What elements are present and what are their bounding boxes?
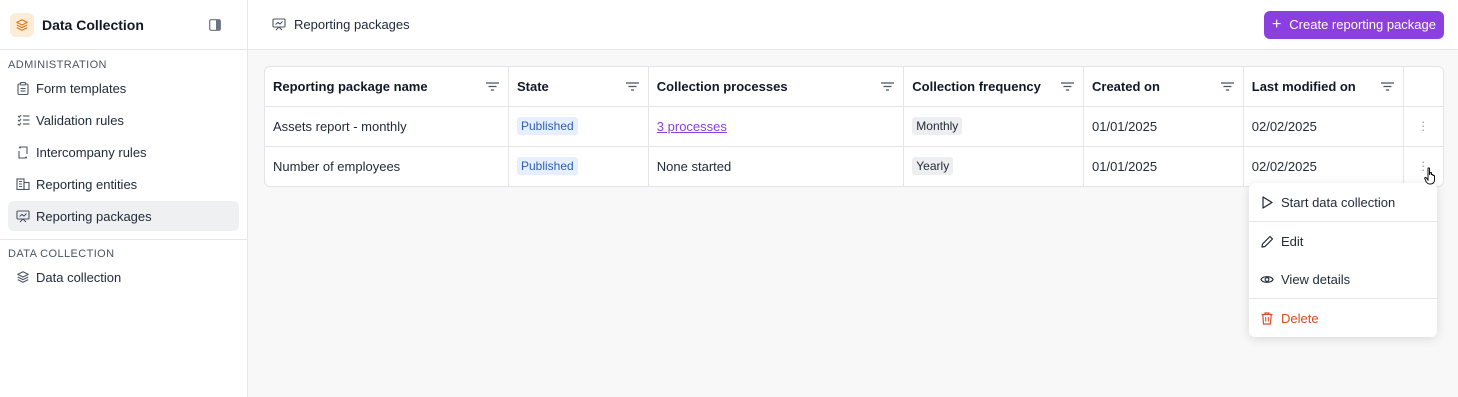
- section-label-data-collection: DATA COLLECTION: [8, 248, 115, 260]
- cell-frequency: Monthly: [903, 106, 1084, 147]
- reporting-packages-table: Reporting package name State Collection …: [264, 66, 1444, 187]
- sidebar-toggle-icon[interactable]: [207, 17, 223, 33]
- column-header-created-on: Created on: [1083, 67, 1244, 107]
- status-badge: Published: [517, 117, 578, 135]
- row-actions-menu: Start data collection Edit View details …: [1249, 183, 1437, 337]
- sidebar: Data Collection ADMINISTRATION Form temp…: [0, 0, 248, 397]
- cell-state: Published: [508, 106, 649, 147]
- column-header-state: State: [508, 67, 649, 107]
- menu-item-delete[interactable]: Delete: [1249, 299, 1437, 337]
- cell-processes: None started: [648, 146, 905, 186]
- clipboard-icon: [16, 81, 30, 95]
- cell-processes: 3 processes: [648, 106, 905, 147]
- plus-icon: +: [1271, 15, 1282, 33]
- column-header-collection-frequency: Collection frequency: [903, 67, 1084, 107]
- table-header-row: Reporting package name State Collection …: [265, 67, 1443, 107]
- menu-item-label: Delete: [1281, 310, 1319, 326]
- trash-icon: [1260, 311, 1274, 325]
- cell-last-modified-on: 02/02/2025: [1243, 106, 1404, 147]
- filter-icon[interactable]: [1380, 81, 1395, 91]
- cell-name: Assets report - monthly: [265, 106, 509, 147]
- column-header-name: Reporting package name: [265, 67, 509, 107]
- menu-item-start-data-collection[interactable]: Start data collection: [1249, 183, 1437, 221]
- topbar: Reporting packages + Create reporting pa…: [248, 0, 1458, 50]
- sidebar-item-data-collection[interactable]: Data collection: [8, 262, 239, 292]
- filter-icon[interactable]: [625, 81, 640, 91]
- menu-item-edit[interactable]: Edit: [1249, 222, 1437, 260]
- menu-item-label: Edit: [1281, 233, 1304, 249]
- create-reporting-package-button[interactable]: + Create reporting package: [1263, 10, 1444, 39]
- sidebar-item-label: Data collection: [36, 269, 122, 285]
- filter-icon[interactable]: [1220, 81, 1235, 91]
- cell-name: Number of employees: [265, 146, 509, 186]
- create-button-label: Create reporting package: [1289, 17, 1436, 32]
- intercompany-icon: [16, 145, 30, 159]
- sidebar-item-label: Reporting packages: [36, 208, 152, 224]
- cell-created-on: 01/01/2025: [1083, 106, 1244, 147]
- cell-created-on: 01/01/2025: [1083, 146, 1244, 186]
- play-icon: [1260, 195, 1274, 209]
- sidebar-item-reporting-entities[interactable]: Reporting entities: [8, 169, 239, 199]
- breadcrumb-label: Reporting packages: [294, 17, 410, 32]
- sidebar-item-label: Validation rules: [36, 112, 124, 128]
- sidebar-item-label: Form templates: [36, 80, 127, 96]
- menu-item-label: View details: [1281, 271, 1351, 287]
- breadcrumb: Reporting packages: [272, 17, 410, 32]
- frequency-badge: Monthly: [912, 117, 963, 135]
- layers-icon: [16, 270, 30, 284]
- frequency-badge: Yearly: [912, 157, 954, 176]
- sidebar-item-form-templates[interactable]: Form templates: [8, 73, 239, 103]
- filter-icon[interactable]: [881, 81, 895, 91]
- sidebar-divider: [0, 239, 247, 240]
- column-header-last-modified-on: Last modified on: [1243, 67, 1404, 107]
- filter-icon[interactable]: [486, 81, 500, 91]
- column-header-actions: [1403, 67, 1443, 107]
- cell-frequency: Yearly: [903, 146, 1084, 186]
- cell-last-modified-on: 02/02/2025: [1243, 146, 1404, 186]
- sidebar-item-label: Intercompany rules: [36, 144, 147, 160]
- filter-icon[interactable]: [1061, 81, 1075, 91]
- sidebar-item-validation-rules[interactable]: Validation rules: [8, 105, 239, 135]
- row-actions-more-icon[interactable]: ⋮: [1403, 106, 1443, 147]
- processes-link[interactable]: 3 processes: [657, 119, 727, 134]
- menu-item-label: Start data collection: [1281, 194, 1396, 210]
- app-title: Data Collection: [42, 16, 144, 33]
- hand-cursor-icon: [1424, 167, 1435, 185]
- building-icon: [16, 177, 30, 191]
- sidebar-header: Data Collection: [0, 0, 247, 50]
- sidebar-item-label: Reporting entities: [36, 176, 138, 192]
- pencil-icon: [1260, 234, 1274, 248]
- cell-state: Published: [508, 146, 649, 186]
- sidebar-item-reporting-packages[interactable]: Reporting packages: [8, 201, 239, 231]
- table-row[interactable]: Number of employees Published None start…: [265, 146, 1443, 186]
- column-header-collection-processes: Collection processes: [648, 67, 905, 107]
- app-logo-icon: [10, 12, 34, 37]
- table-row[interactable]: Assets report - monthly Published 3 proc…: [265, 106, 1443, 147]
- menu-item-view-details[interactable]: View details: [1249, 260, 1437, 298]
- checklist-icon: [16, 113, 30, 127]
- presentation-icon: [16, 209, 30, 223]
- status-badge: Published: [517, 157, 578, 176]
- section-label-administration: ADMINISTRATION: [8, 59, 107, 71]
- sidebar-item-intercompany-rules[interactable]: Intercompany rules: [8, 137, 239, 167]
- presentation-icon: [272, 18, 286, 31]
- eye-icon: [1260, 272, 1274, 286]
